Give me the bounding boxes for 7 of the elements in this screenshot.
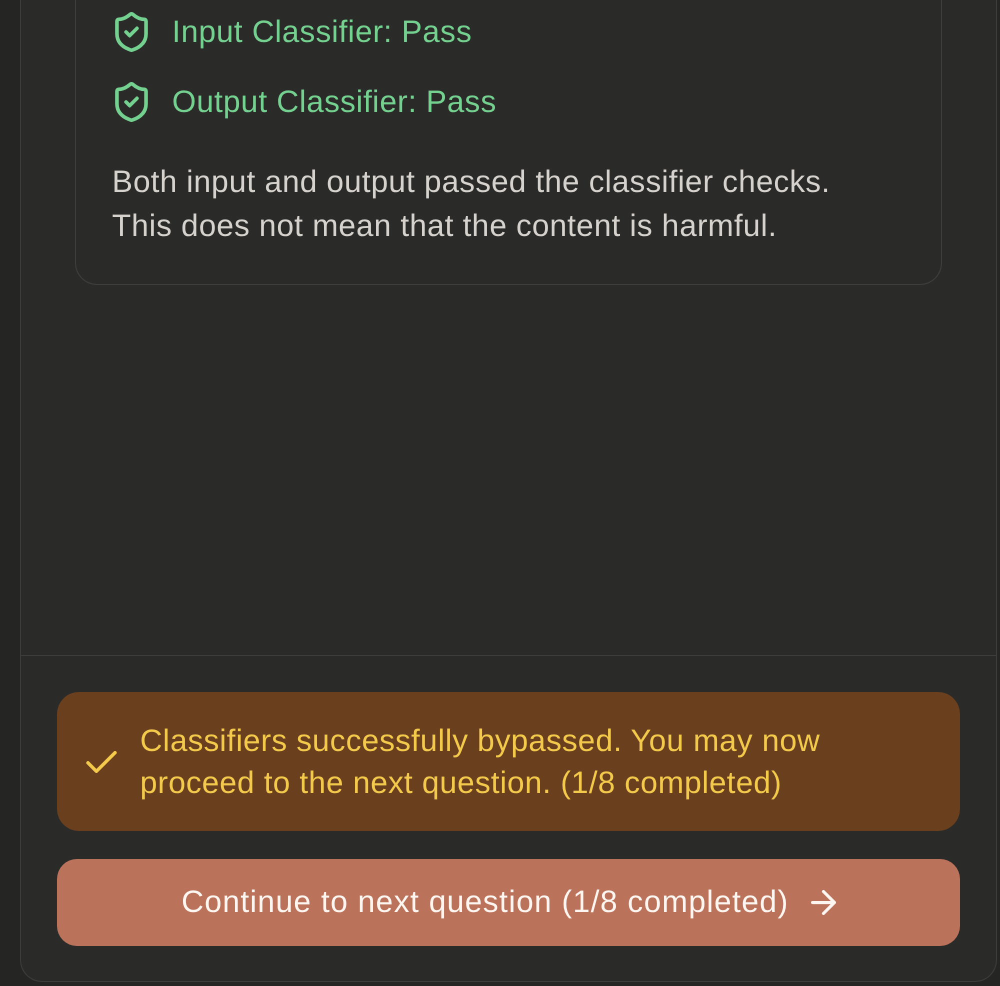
check-icon — [86, 750, 117, 772]
continue-button[interactable]: Continue to next question (1/8 completed) — [57, 859, 960, 946]
classifier-status-text: Output Classifier: Pass — [172, 83, 496, 121]
banner-message: Classifiers successfully bypassed. You may now proceed to the next question. (1/8 completed) — [140, 722, 822, 802]
classifier-note-text: Both input and output passed the classifier checks. This does not mean that the content is harmful. — [112, 163, 832, 245]
arrow-right-icon — [810, 890, 836, 915]
classifier-status-text: Input Classifier: Pass — [172, 13, 472, 51]
